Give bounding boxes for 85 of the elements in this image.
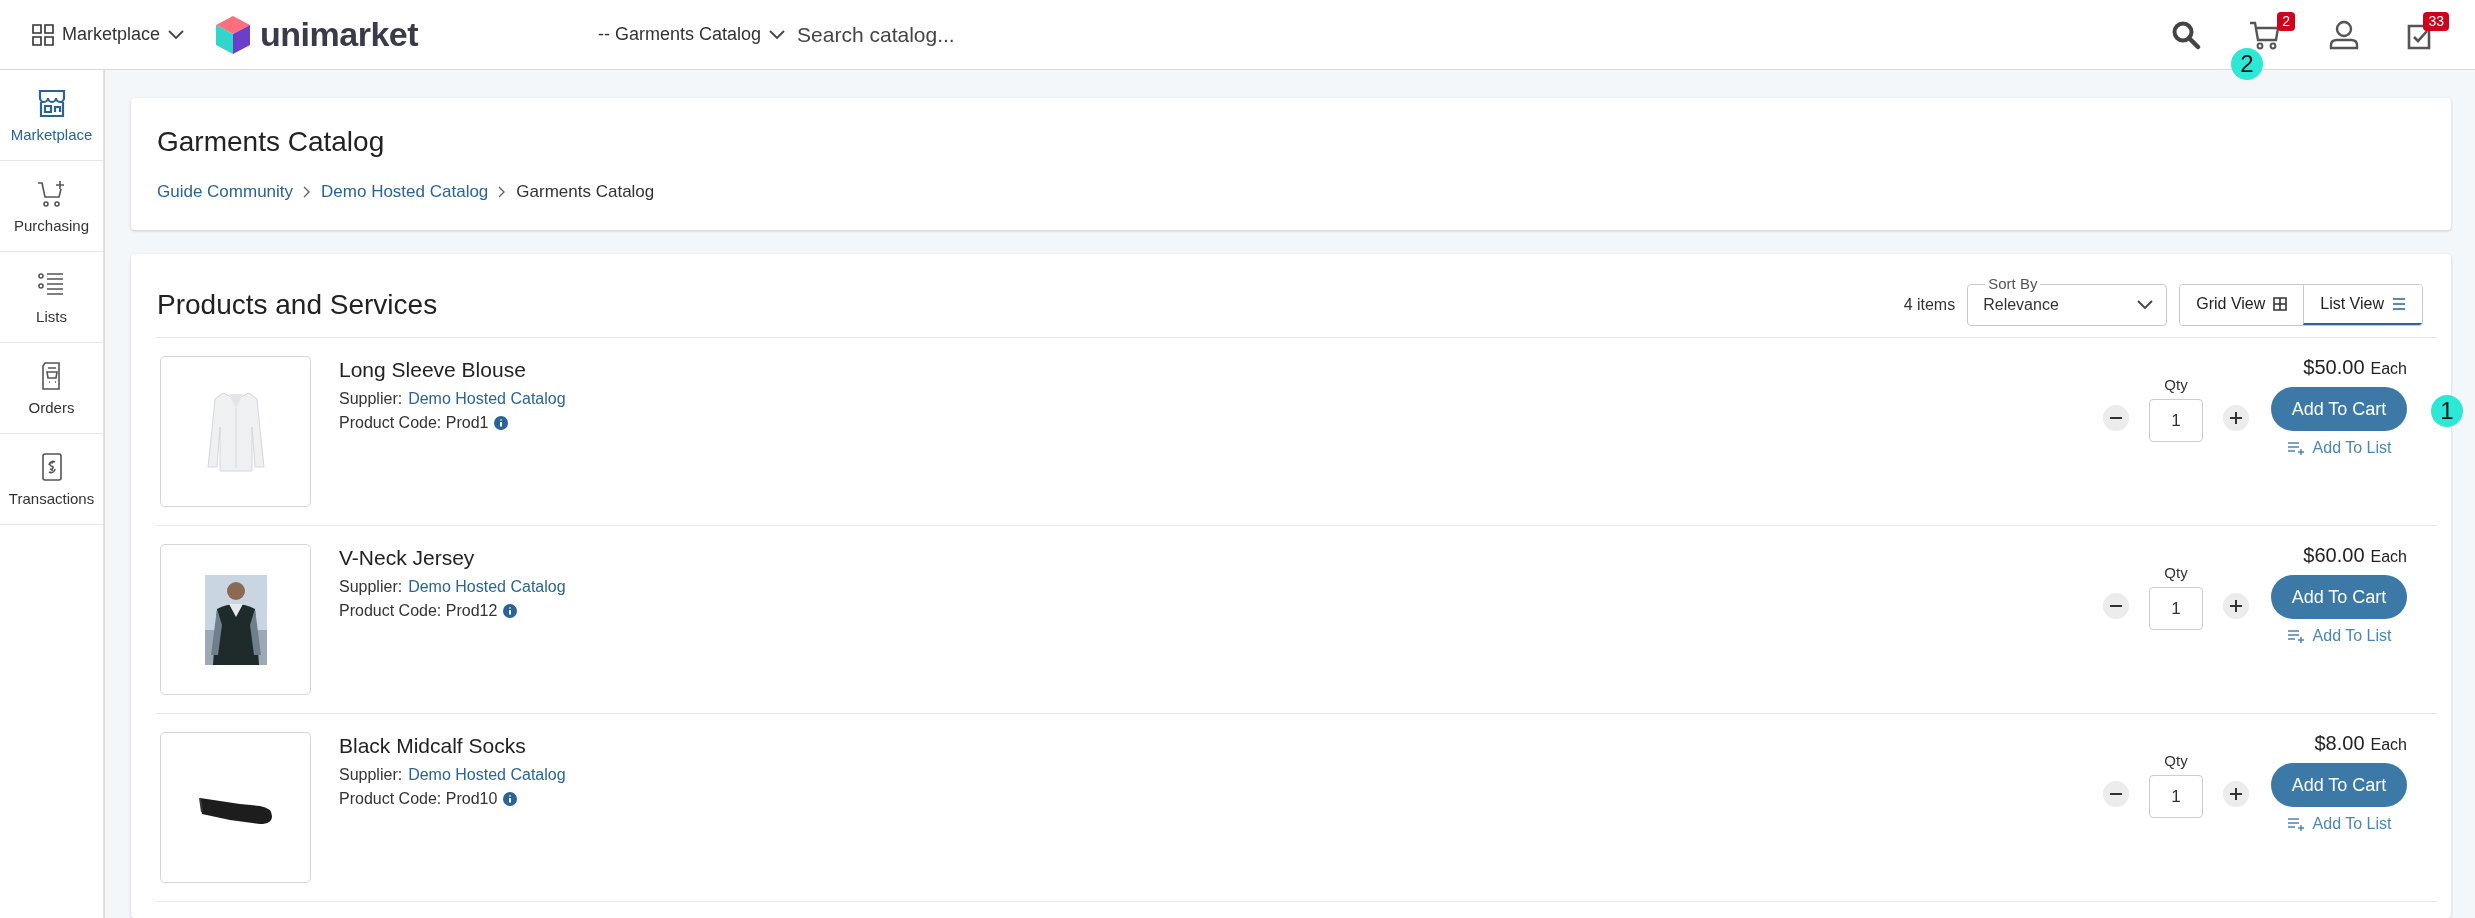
- qty-field[interactable]: 1: [2149, 587, 2203, 630]
- list-add-icon: [2286, 629, 2305, 643]
- apps-grid-icon: [32, 23, 54, 46]
- price-unit: Each: [2370, 360, 2407, 378]
- chevron-icon: [168, 29, 185, 40]
- chevron-right-icon: [498, 186, 507, 198]
- sidebar-item[interactable]: Marketplace: [0, 70, 103, 161]
- supplier-line: Supplier: Demo Hosted Catalog: [339, 390, 567, 408]
- app-menu-button[interactable]: Marketplace: [32, 23, 185, 46]
- qty-label: Qty: [2164, 564, 2188, 581]
- plus-icon: [2230, 600, 2242, 612]
- product-code: Product Code: Prod12: [339, 602, 498, 620]
- price: $60.00: [2303, 544, 2365, 567]
- supplier-link[interactable]: Demo Hosted Catalog: [408, 766, 566, 784]
- qty-field[interactable]: 1: [2149, 775, 2203, 818]
- breadcrumb-link[interactable]: Guide Community: [157, 182, 294, 202]
- add-to-cart-button[interactable]: Add To Cart: [2271, 575, 2407, 619]
- section-title: Products and Services: [157, 288, 438, 321]
- catalog-select[interactable]: -- Garments Catalog: [598, 24, 786, 45]
- minus-icon: [2110, 793, 2122, 795]
- product-thumbnail[interactable]: [160, 356, 311, 507]
- minus-icon: [2110, 605, 2122, 607]
- sidebar-item[interactable]: Lists: [0, 252, 103, 343]
- grid-icon: [2273, 296, 2288, 311]
- list-add-icon: [2286, 817, 2305, 831]
- plus-icon: [2230, 788, 2242, 800]
- product-code: Product Code: Prod1: [339, 414, 489, 432]
- price: $50.00: [2303, 356, 2365, 379]
- current-page-label: Garments Catalog: [516, 182, 655, 202]
- add-to-cart-button[interactable]: Add To Cart: [2271, 763, 2407, 807]
- sidebar-item[interactable]: Orders: [0, 343, 103, 434]
- chevron-icon: [769, 29, 786, 40]
- decrease-button[interactable]: [2103, 405, 2129, 431]
- info-icon[interactable]: [503, 792, 518, 806]
- minus-icon: [2110, 417, 2122, 419]
- add-to-list-button[interactable]: Add To List: [2286, 627, 2392, 645]
- increase-button[interactable]: [2223, 593, 2249, 619]
- logo-wordmark: unimarket: [260, 15, 419, 54]
- price-unit: Each: [2370, 736, 2407, 754]
- supplier-line: Supplier: Demo Hosted Catalog: [339, 578, 567, 596]
- add-to-list-button[interactable]: Add To List: [2286, 815, 2392, 833]
- item-count: 4 items: [1903, 295, 1956, 314]
- cart-icon: [2249, 19, 2281, 50]
- increase-button[interactable]: [2223, 405, 2249, 431]
- supplier-line: Supplier: Demo Hosted Catalog: [339, 766, 567, 784]
- info-icon[interactable]: [503, 604, 518, 618]
- product-name: Long Sleeve Blouse: [339, 358, 527, 382]
- step-marker: 2: [2231, 47, 2263, 80]
- product-name: V-Neck Jersey: [339, 546, 476, 570]
- search-icon: [2171, 19, 2201, 50]
- qty-label: Qty: [2164, 752, 2188, 769]
- sidebar-item[interactable]: Purchasing: [0, 161, 103, 252]
- product-name: Black Midcalf Socks: [339, 734, 527, 758]
- product-code: Product Code: Prod10: [339, 790, 498, 808]
- price-unit: Each: [2370, 548, 2407, 566]
- chevron-right-icon: [303, 186, 312, 198]
- user-icon: [2329, 19, 2359, 50]
- plus-icon: [2230, 412, 2242, 424]
- info-icon[interactable]: [494, 416, 509, 430]
- supplier-link[interactable]: Demo Hosted Catalog: [408, 390, 566, 408]
- qty-label: Qty: [2164, 376, 2188, 393]
- page-title: Garments Catalog: [157, 126, 386, 158]
- add-to-list-button[interactable]: Add To List: [2286, 439, 2392, 457]
- list-add-icon: [2286, 441, 2305, 455]
- chevron-icon: [2137, 299, 2154, 310]
- decrease-button[interactable]: [2103, 781, 2129, 807]
- sort-select[interactable]: Sort By Relevance: [1967, 273, 2168, 326]
- sidebar-item[interactable]: Transactions: [0, 434, 103, 525]
- add-to-cart-button[interactable]: Add To Cart: [2271, 387, 2407, 431]
- decrease-button[interactable]: [2103, 593, 2129, 619]
- supplier-link[interactable]: Demo Hosted Catalog: [408, 578, 566, 596]
- tasks-button[interactable]: 33: [2407, 11, 2449, 50]
- cart-count-badge: 2: [2277, 11, 2295, 31]
- product-thumbnail[interactable]: [160, 544, 311, 695]
- tasks-count-badge: 33: [2423, 11, 2449, 31]
- increase-button[interactable]: [2223, 781, 2249, 807]
- view-toggle[interactable]: List View: [2303, 284, 2422, 325]
- cart-button[interactable]: 2: [2249, 11, 2295, 50]
- step-marker: 1: [2431, 395, 2463, 427]
- breadcrumb-link[interactable]: Demo Hosted Catalog: [321, 182, 489, 202]
- logo-cube-icon: [214, 14, 253, 55]
- product-thumbnail[interactable]: [160, 732, 311, 883]
- qty-field[interactable]: 1: [2149, 399, 2203, 442]
- menu-icon: [2392, 297, 2406, 310]
- price: $8.00: [2314, 732, 2365, 755]
